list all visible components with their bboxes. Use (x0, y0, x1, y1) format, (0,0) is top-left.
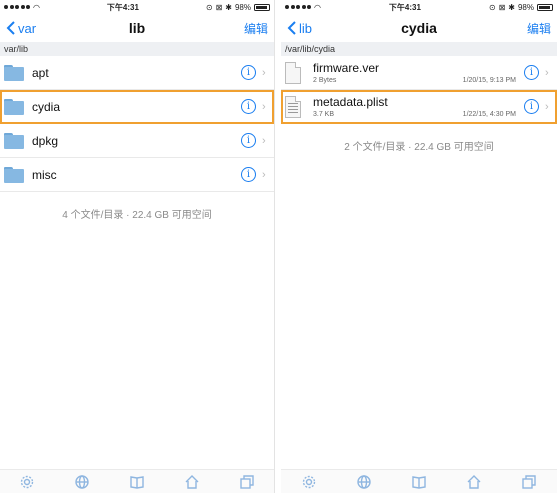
status-bar: ◠ 下午4:31 ⊙ ⊠ ✱ 98% (281, 0, 557, 14)
info-icon[interactable]: i (241, 99, 256, 114)
file-info: metadata.plist 3.7 KB 1/22/15, 4:30 PM (313, 95, 524, 118)
item-name: apt (32, 65, 49, 80)
alarm-icon: ⊠ (498, 2, 506, 12)
chevron-right-icon: › (545, 66, 549, 79)
status-bar: ◠ 下午4:31 ⊙ ⊠ ✱ 98% (0, 0, 274, 14)
info-icon[interactable]: i (241, 65, 256, 80)
alarm-icon: ⊠ (215, 2, 223, 12)
battery-icon (254, 3, 270, 11)
list-item-cydia[interactable]: cydia i › (0, 90, 274, 124)
app-root: ◠ 下午4:31 ⊙ ⊠ ✱ 98% var lib 编辑 var/lib ap… (0, 0, 558, 493)
windows-icon[interactable] (521, 474, 537, 490)
back-button[interactable]: lib (287, 21, 312, 36)
battery-icon (537, 3, 553, 11)
chevron-left-icon (287, 21, 296, 35)
nav-bar: var lib 编辑 (0, 14, 274, 42)
status-right: ⊙ ⊠ ✱ 98% (206, 3, 270, 12)
file-date: 1/20/15, 9:13 PM (462, 77, 516, 84)
list-item-apt[interactable]: apt i › (0, 56, 274, 90)
file-size: 2 Bytes (313, 77, 337, 84)
chevron-right-icon: › (262, 66, 266, 79)
lock-icon: ⊙ (488, 2, 496, 12)
list-item-dpkg[interactable]: dpkg i › (0, 124, 274, 158)
status-right: ⊙ ⊠ ✱ 98% (489, 3, 553, 12)
edit-button[interactable]: 编辑 (244, 20, 268, 37)
file-date: 1/22/15, 4:30 PM (462, 111, 516, 118)
signal-area: ◠ (285, 3, 321, 12)
tab-bar (281, 469, 557, 493)
list-item-firmware[interactable]: firmware.ver 2 Bytes 1/20/15, 9:13 PM i … (281, 56, 557, 90)
folder-list: apt i › cydia i › dpkg i › misc i › (0, 56, 274, 192)
chevron-right-icon: › (262, 168, 266, 181)
path-bar: var/lib (0, 42, 274, 56)
storage-summary: 2 个文件/目录 · 22.4 GB 可用空间 (344, 142, 494, 153)
plist-file-icon (285, 95, 301, 118)
tab-bar (0, 469, 274, 493)
file-list: firmware.ver 2 Bytes 1/20/15, 9:13 PM i … (281, 56, 557, 124)
right-screen: ◠ 下午4:31 ⊙ ⊠ ✱ 98% lib cydia 编辑 /var/lib… (281, 0, 557, 493)
book-icon[interactable] (129, 474, 145, 490)
back-button[interactable]: var (6, 21, 36, 36)
info-icon[interactable]: i (524, 65, 539, 80)
signal-icon (285, 5, 311, 9)
item-name: dpkg (32, 133, 59, 148)
gear-icon[interactable] (301, 474, 317, 490)
battery-percent: 98% (517, 2, 534, 12)
nav-bar: lib cydia 编辑 (281, 14, 557, 42)
edit-button[interactable]: 编辑 (527, 20, 551, 37)
back-label: var (18, 20, 37, 36)
nav-title: cydia (401, 20, 437, 36)
globe-icon[interactable] (74, 474, 90, 490)
folder-icon (4, 132, 24, 149)
battery-percent: 98% (234, 2, 251, 12)
file-name: firmware.ver (313, 61, 380, 75)
status-time: 下午4:31 (106, 2, 139, 12)
file-name: metadata.plist (313, 95, 388, 109)
chevron-left-icon (6, 21, 15, 35)
windows-icon[interactable] (239, 474, 255, 490)
file-info: firmware.ver 2 Bytes 1/20/15, 9:13 PM (313, 61, 524, 84)
list-item-misc[interactable]: misc i › (0, 158, 274, 192)
bluetooth-icon: ✱ (225, 2, 232, 12)
info-icon[interactable]: i (524, 99, 539, 114)
home-icon[interactable] (466, 474, 482, 490)
chevron-right-icon: › (262, 100, 266, 113)
left-screen: ◠ 下午4:31 ⊙ ⊠ ✱ 98% var lib 编辑 var/lib ap… (0, 0, 275, 493)
chevron-right-icon: › (262, 134, 266, 147)
chevron-right-icon: › (545, 100, 549, 113)
storage-summary: 4 个文件/目录 · 22.4 GB 可用空间 (62, 210, 212, 221)
signal-area: ◠ (4, 3, 40, 12)
list-item-metadata[interactable]: metadata.plist 3.7 KB 1/22/15, 4:30 PM i… (281, 90, 557, 124)
file-meta: 2 Bytes 1/20/15, 9:13 PM (313, 77, 524, 84)
item-name: cydia (32, 99, 61, 114)
wifi-icon: ◠ (314, 2, 321, 12)
folder-icon (4, 64, 24, 81)
gear-icon[interactable] (19, 474, 35, 490)
folder-icon (4, 166, 24, 183)
path-bar: /var/lib/cydia (281, 42, 557, 56)
home-icon[interactable] (184, 474, 200, 490)
item-name: misc (32, 167, 57, 182)
file-size: 3.7 KB (313, 111, 335, 118)
signal-icon (4, 5, 30, 9)
info-icon[interactable]: i (241, 133, 256, 148)
file-meta: 3.7 KB 1/22/15, 4:30 PM (313, 111, 524, 118)
info-icon[interactable]: i (241, 167, 256, 182)
back-label: lib (299, 20, 313, 36)
file-icon (285, 61, 301, 84)
status-time: 下午4:31 (388, 2, 421, 12)
bluetooth-icon: ✱ (508, 2, 515, 12)
folder-icon (4, 98, 24, 115)
wifi-icon: ◠ (33, 2, 40, 12)
book-icon[interactable] (411, 474, 427, 490)
nav-title: lib (128, 20, 146, 36)
globe-icon[interactable] (356, 474, 372, 490)
lock-icon: ⊙ (205, 2, 213, 12)
